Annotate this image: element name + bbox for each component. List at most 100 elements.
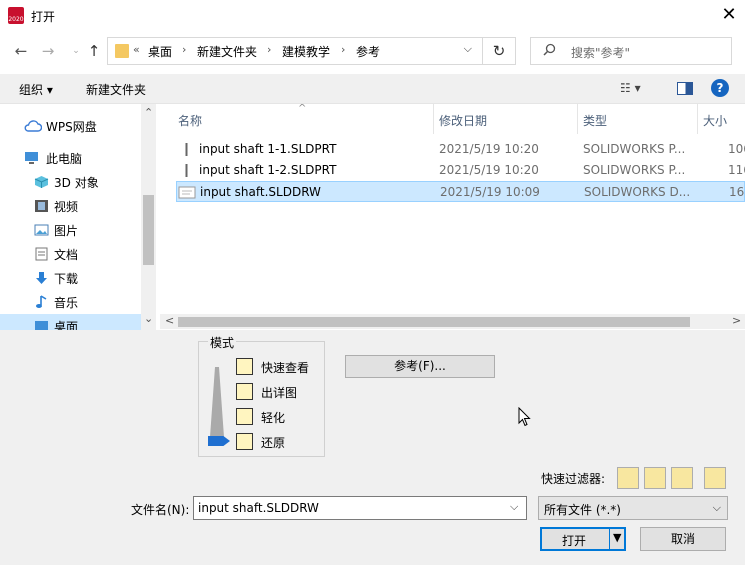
- filename-dropdown-icon[interactable]: ⌵: [510, 500, 518, 514]
- filetype-dropdown-icon[interactable]: ⌵: [713, 501, 721, 515]
- preview-pane-icon[interactable]: [677, 82, 693, 95]
- breadcrumb-overflow[interactable]: «: [133, 43, 140, 56]
- breadcrumb-desktop[interactable]: 桌面: [148, 43, 172, 60]
- new-folder-button[interactable]: 新建文件夹: [86, 81, 146, 98]
- navigation-scroll-thumb[interactable]: [143, 195, 154, 265]
- picture-icon: [34, 224, 49, 236]
- file-list[interactable]: ^ 名称 修改日期 类型 大小: [160, 104, 745, 314]
- mode-option-label: 快速查看: [261, 361, 310, 375]
- file-size: 116: [728, 163, 745, 177]
- column-header-type[interactable]: 类型: [583, 112, 607, 129]
- solidworks-drawing-file-icon: [178, 186, 196, 199]
- mode-group-title: 模式: [208, 334, 237, 351]
- open-options-dropdown-icon[interactable]: ▼: [613, 531, 621, 544]
- quick-filter-label: 快速过滤器:: [541, 472, 606, 486]
- cancel-button[interactable]: 取消: [640, 527, 726, 551]
- sidebar-item-documents[interactable]: 文档: [0, 242, 142, 266]
- filter-assemblies-icon[interactable]: [644, 467, 666, 489]
- column-divider[interactable]: [433, 104, 434, 134]
- address-bar[interactable]: « 桌面 › 新建文件夹 › 建模教学 › 参考 ⌵: [107, 37, 483, 65]
- sidebar-item-wps-cloud[interactable]: WPS网盘: [0, 114, 142, 138]
- address-dropdown-icon[interactable]: ⌵: [464, 42, 472, 56]
- filter-parts-icon[interactable]: [617, 467, 639, 489]
- sidebar-item-this-pc[interactable]: 此电脑: [0, 146, 142, 170]
- breadcrumb-separator: ›: [182, 43, 187, 56]
- filename-input[interactable]: [193, 496, 527, 520]
- table-row[interactable]: input shaft 1-2.SLDPRT 2021/5/19 10:20 S…: [176, 160, 745, 181]
- scroll-up-arrow[interactable]: ⌃: [144, 106, 153, 119]
- filter-top-level-assemblies-icon[interactable]: [704, 467, 726, 489]
- filetype-select[interactable]: 所有文件 (*.*) ⌵: [538, 496, 728, 520]
- filter-drawings-icon[interactable]: [671, 467, 693, 489]
- references-button[interactable]: 参考(F)...: [345, 355, 495, 378]
- cube-icon: [34, 176, 49, 188]
- open-button-label: 打开: [562, 534, 587, 548]
- mode-option-quick-view[interactable]: 快速查看: [236, 357, 326, 377]
- open-split-divider: [609, 529, 610, 549]
- recent-locations-dropdown[interactable]: ⌄: [66, 41, 86, 61]
- file-date: 2021/5/19 10:20: [439, 163, 539, 177]
- window-title: 打开: [31, 10, 56, 24]
- toolbar: 组织 ▾ 新建文件夹 ☷ ▾ ?: [0, 74, 745, 104]
- column-header-date[interactable]: 修改日期: [439, 112, 487, 129]
- file-date: 2021/5/19 10:20: [439, 142, 539, 156]
- sidebar-item-label: 此电脑: [46, 152, 83, 166]
- breadcrumb-modeling[interactable]: 建模教学: [282, 43, 330, 60]
- sidebar-item-3d-objects[interactable]: 3D 对象: [0, 170, 142, 194]
- search-placeholder: 搜索"参考": [571, 46, 631, 60]
- refresh-button[interactable]: ↻: [483, 37, 516, 65]
- scroll-left-arrow[interactable]: <: [165, 314, 174, 327]
- search-input[interactable]: 搜索"参考": [530, 37, 732, 65]
- column-header-size[interactable]: 大小: [703, 112, 727, 129]
- file-date: 2021/5/19 10:09: [440, 185, 540, 199]
- mode-option-resolved[interactable]: 还原: [236, 432, 326, 452]
- horizontal-scroll-thumb[interactable]: [178, 317, 690, 327]
- breadcrumb-reference[interactable]: 参考: [356, 43, 380, 60]
- table-row[interactable]: input shaft 1-1.SLDPRT 2021/5/19 10:20 S…: [176, 139, 745, 160]
- column-header-name[interactable]: 名称: [178, 112, 202, 129]
- solidworks-app-icon: 2020: [8, 7, 24, 24]
- sidebar-item-label: 桌面: [54, 320, 79, 330]
- up-button[interactable]: ↑: [84, 41, 104, 61]
- sidebar-item-pictures[interactable]: 图片: [0, 218, 142, 242]
- solidworks-part-file-icon: [185, 143, 188, 156]
- mode-option-detailing[interactable]: 出详图: [236, 382, 326, 402]
- scroll-down-arrow[interactable]: ⌄: [144, 312, 153, 325]
- search-icon: [543, 43, 556, 56]
- file-type: SOLIDWORKS P...: [583, 163, 686, 177]
- lightweight-icon: [236, 408, 253, 425]
- quick-view-icon: [236, 358, 253, 375]
- sidebar-item-label: 下载: [54, 272, 79, 286]
- mode-option-label: 还原: [261, 436, 286, 450]
- breadcrumb-new-folder[interactable]: 新建文件夹: [197, 43, 257, 60]
- sidebar-item-label: 3D 对象: [54, 176, 99, 190]
- forward-button[interactable]: →: [38, 41, 58, 61]
- close-button[interactable]: ✕: [713, 0, 745, 32]
- mode-slider-track[interactable]: [210, 367, 224, 437]
- file-size: 167: [729, 185, 745, 199]
- organize-button[interactable]: 组织 ▾: [19, 81, 53, 98]
- file-type: SOLIDWORKS D...: [584, 185, 691, 199]
- help-icon[interactable]: ?: [711, 79, 729, 97]
- view-options-button[interactable]: ☷ ▾: [620, 81, 641, 95]
- mouse-cursor-icon: [518, 407, 531, 427]
- navigation-pane[interactable]: WPS网盘 此电脑 3D 对象 视频 图片 文档 下载 音乐 桌面: [0, 104, 158, 330]
- back-button[interactable]: ←: [11, 41, 31, 61]
- sidebar-item-downloads[interactable]: 下载: [0, 266, 142, 290]
- table-row-selected[interactable]: input shaft.SLDDRW 2021/5/19 10:09 SOLID…: [176, 181, 745, 202]
- column-divider[interactable]: [697, 104, 698, 134]
- file-name: input shaft 1-1.SLDPRT: [199, 142, 337, 156]
- open-button[interactable]: 打开 ▼: [540, 527, 626, 551]
- sidebar-item-desktop[interactable]: 桌面: [0, 314, 142, 330]
- breadcrumb-separator: ›: [341, 43, 346, 56]
- file-name: input shaft 1-2.SLDPRT: [199, 163, 337, 177]
- filename-label: 文件名(N):: [131, 503, 190, 517]
- sidebar-item-videos[interactable]: 视频: [0, 194, 142, 218]
- sidebar-item-music[interactable]: 音乐: [0, 290, 142, 314]
- resolved-icon: [236, 433, 253, 450]
- desktop-icon: [35, 321, 48, 330]
- mode-option-lightweight[interactable]: 轻化: [236, 407, 326, 427]
- column-divider[interactable]: [577, 104, 578, 134]
- scroll-right-arrow[interactable]: >: [732, 314, 741, 327]
- sidebar-item-label: 视频: [54, 200, 79, 214]
